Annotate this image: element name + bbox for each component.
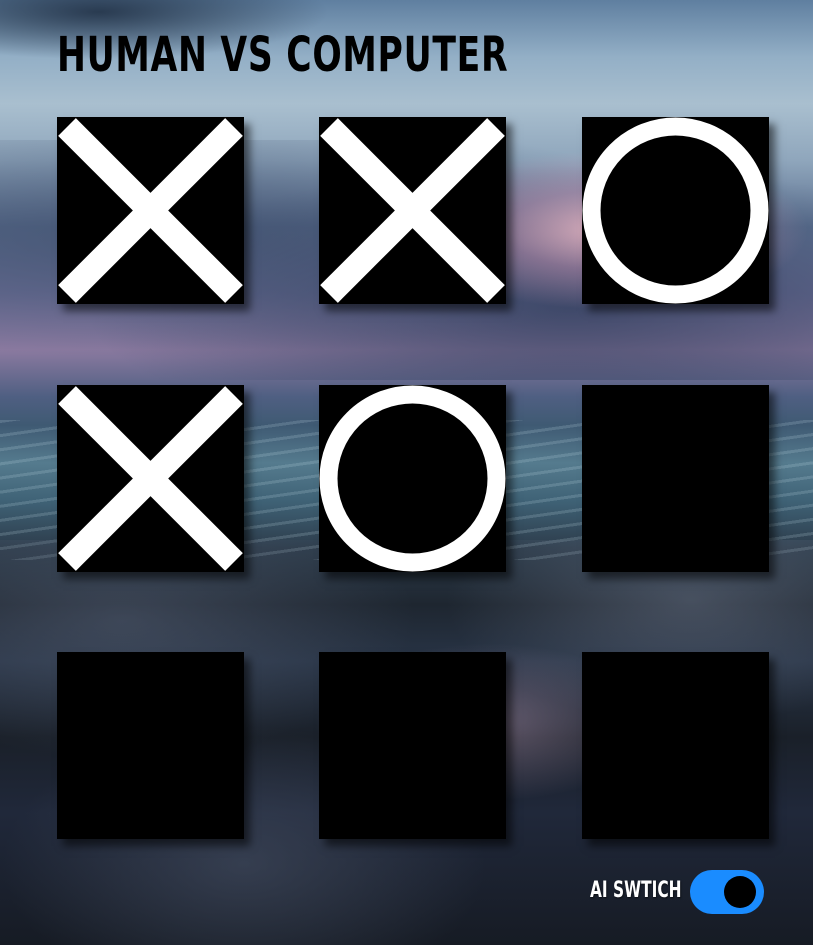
board-cell-4[interactable] bbox=[57, 385, 244, 572]
ai-switch: AI SWTICH bbox=[590, 870, 770, 914]
x-mark-icon bbox=[58, 386, 243, 571]
board-cell-6[interactable] bbox=[582, 385, 769, 572]
board-cell-7[interactable] bbox=[57, 652, 244, 839]
board-cell-3[interactable] bbox=[582, 117, 769, 304]
o-mark-icon bbox=[582, 117, 769, 304]
board-cell-9[interactable] bbox=[582, 652, 769, 839]
o-mark-icon bbox=[319, 385, 506, 572]
page-title: HUMAN VS COMPUTER bbox=[57, 27, 509, 83]
toggle-knob bbox=[724, 876, 756, 908]
ai-toggle[interactable] bbox=[690, 870, 764, 914]
board-cell-5[interactable] bbox=[319, 385, 506, 572]
ai-switch-label: AI SWTICH bbox=[590, 878, 682, 903]
x-mark-icon bbox=[320, 118, 505, 303]
board-cell-2[interactable] bbox=[319, 117, 506, 304]
board-cell-1[interactable] bbox=[57, 117, 244, 304]
x-mark-icon bbox=[58, 118, 243, 303]
game-board bbox=[57, 117, 769, 840]
board-cell-8[interactable] bbox=[319, 652, 506, 839]
